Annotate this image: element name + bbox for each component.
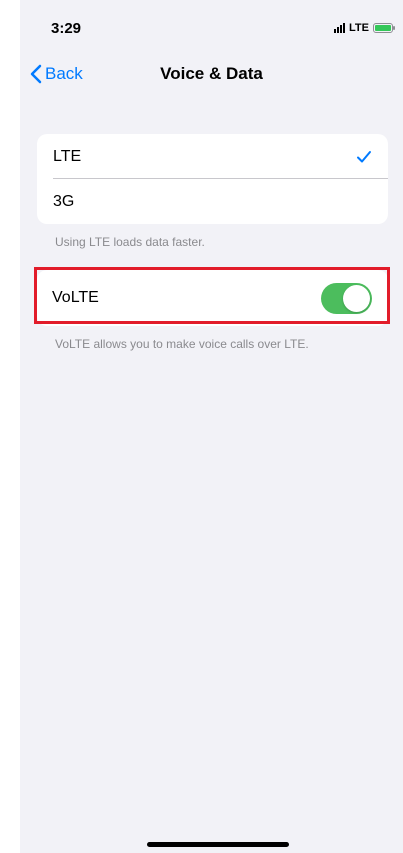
- network-options-group: LTE 3G: [37, 134, 388, 224]
- settings-screen: 3:29 LTE Voice & Data Back LTE 3G Using …: [20, 0, 403, 853]
- checkmark-icon: [357, 150, 371, 162]
- network-footer-note: Using LTE loads data faster.: [55, 235, 205, 249]
- chevron-left-icon: [30, 64, 42, 84]
- volte-group: VoLTE: [37, 270, 388, 326]
- volte-row: VoLTE: [37, 270, 388, 326]
- status-indicators: LTE: [334, 22, 395, 34]
- option-3g-label: 3G: [53, 192, 75, 210]
- option-lte-label: LTE: [53, 147, 82, 165]
- toggle-knob: [343, 284, 370, 312]
- back-button-label: Back: [45, 64, 83, 83]
- back-button[interactable]: Back: [30, 64, 83, 84]
- volte-footer-note: VoLTE allows you to make voice calls ove…: [55, 337, 309, 351]
- battery-charging-icon: [373, 23, 395, 33]
- carrier-label: LTE: [349, 22, 369, 34]
- volte-toggle[interactable]: [321, 282, 372, 314]
- status-time: 3:29: [51, 20, 82, 37]
- option-lte[interactable]: LTE: [37, 134, 388, 179]
- option-3g[interactable]: 3G: [37, 179, 388, 224]
- volte-label: VoLTE: [52, 289, 99, 306]
- signal-strength-icon: [334, 23, 346, 33]
- home-indicator[interactable]: [147, 842, 289, 847]
